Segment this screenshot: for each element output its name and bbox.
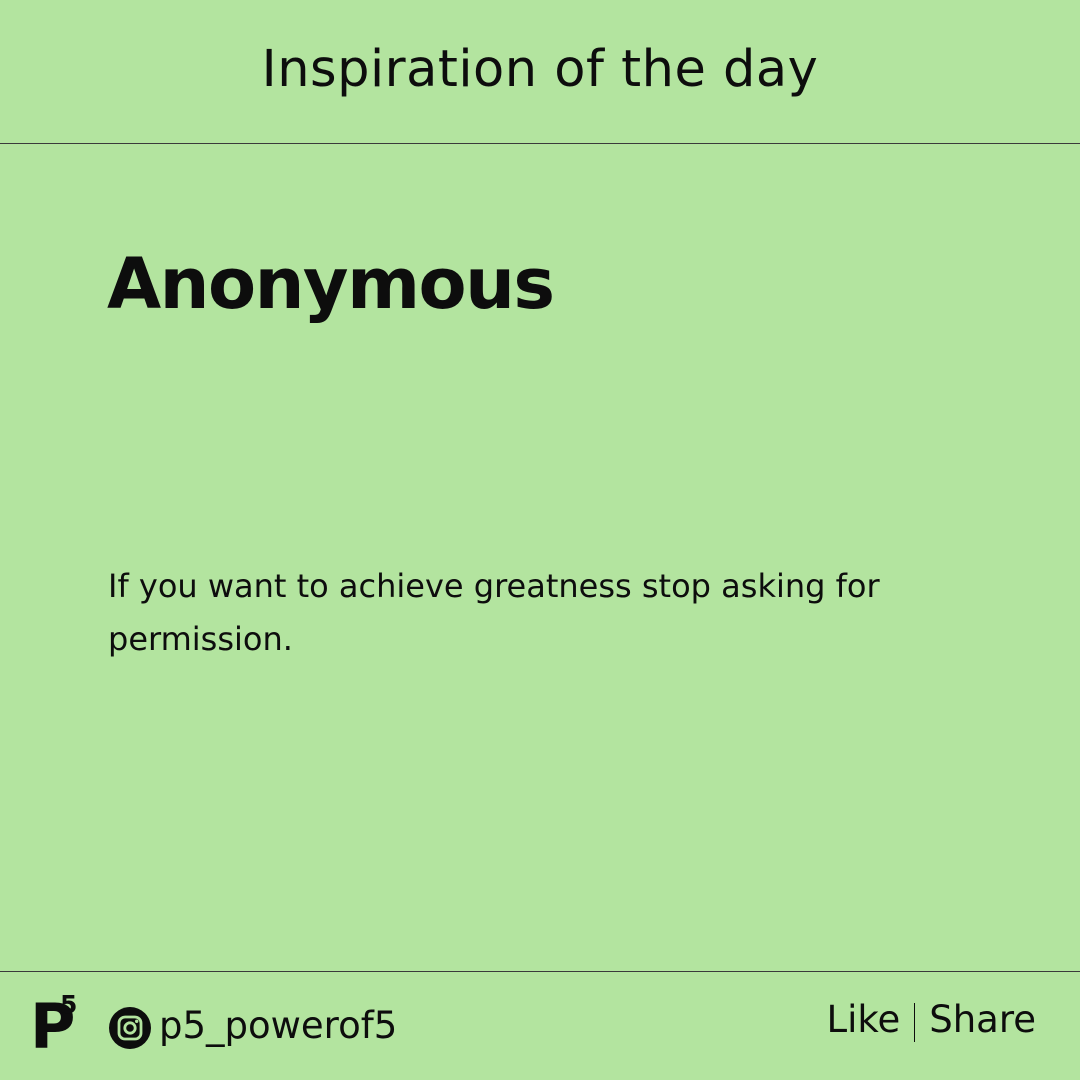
header: Inspiration of the day <box>0 0 1080 144</box>
instagram-icon <box>109 1007 151 1049</box>
quote-text: If you want to achieve greatness stop as… <box>108 567 880 658</box>
like-link[interactable]: Like <box>826 996 900 1044</box>
actions-separator <box>914 1002 916 1042</box>
social-actions: Like Share <box>826 995 1036 1045</box>
share-link[interactable]: Share <box>929 996 1036 1044</box>
brand-logo: P 5 <box>30 990 86 1062</box>
brand-logo-superscript: 5 <box>60 990 78 1019</box>
page-title: Inspiration of the day <box>261 40 819 99</box>
quote-author: Anonymous <box>107 243 555 325</box>
social-handle-link[interactable]: p5_powerof5 <box>159 1002 397 1050</box>
